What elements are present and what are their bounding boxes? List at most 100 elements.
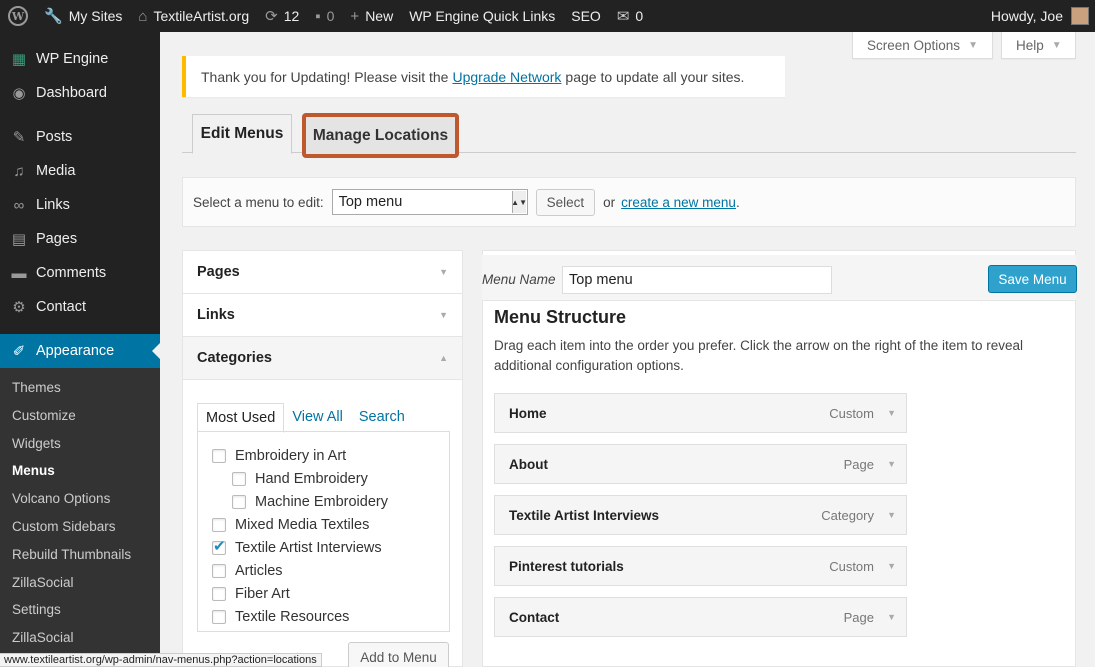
category-checklist: Embroidery in Art Hand Embroidery Machin… bbox=[197, 431, 450, 632]
accordion-links[interactable]: Links ▼ bbox=[183, 294, 462, 337]
submenu-item-customize[interactable]: Customize bbox=[0, 402, 160, 430]
menu-item-type: Page bbox=[843, 456, 874, 472]
submenu-item-rebuild-thumbnails[interactable]: Rebuild Thumbnails bbox=[0, 541, 160, 569]
sidebar-item-dashboard[interactable]: ◉ Dashboard bbox=[0, 76, 160, 110]
tab-edit-menus[interactable]: Edit Menus bbox=[192, 114, 292, 154]
list-item[interactable]: Textile Artist Interviews bbox=[198, 536, 449, 559]
submenu-item-menus[interactable]: Menus bbox=[0, 457, 160, 485]
menu-select[interactable]: Top menu ▲▼ bbox=[331, 189, 528, 215]
sidebar-item-media[interactable]: ♫ Media bbox=[0, 154, 160, 188]
comment-bubble-icon: ▪ bbox=[315, 7, 321, 25]
comments-link[interactable]: ▪ 0 bbox=[307, 0, 342, 32]
sidebar-item-appearance[interactable]: ✐ Appearance bbox=[0, 334, 160, 368]
arrow-down-icon: ▼ bbox=[439, 267, 448, 277]
seo-menu[interactable]: SEO bbox=[563, 0, 609, 32]
list-item[interactable]: Fiber Art bbox=[198, 582, 449, 605]
arrow-down-icon[interactable]: ▼ bbox=[887, 459, 896, 469]
menu-item[interactable]: About Page ▼ bbox=[494, 444, 907, 484]
category-label: Articles bbox=[235, 562, 283, 579]
category-checkbox[interactable] bbox=[232, 494, 246, 509]
arrow-down-icon[interactable]: ▼ bbox=[887, 561, 896, 571]
menu-item-title: About bbox=[509, 456, 548, 472]
my-sites-link[interactable]: 🔧 My Sites bbox=[36, 0, 130, 32]
submenu-item-settings[interactable]: Settings bbox=[0, 596, 160, 624]
appearance-submenu: Themes Customize Widgets Menus Volcano O… bbox=[0, 368, 160, 658]
sidebar-item-wp-engine[interactable]: ▦ WP Engine bbox=[0, 42, 160, 76]
tab-view-all[interactable]: View All bbox=[284, 403, 351, 433]
menu-item-title: Textile Artist Interviews bbox=[509, 507, 660, 523]
sidebar-item-comments[interactable]: ▬ Comments bbox=[0, 256, 160, 290]
category-label: Textile Artist Interviews bbox=[235, 539, 382, 556]
accordion-pages[interactable]: Pages ▼ bbox=[183, 251, 462, 294]
site-name-link[interactable]: ⌂ TextileArtist.org bbox=[130, 0, 257, 32]
sidebar-item-label: Media bbox=[36, 163, 76, 179]
comments-count: 0 bbox=[326, 8, 335, 24]
site-name-label: TextileArtist.org bbox=[153, 8, 250, 24]
messages-link[interactable]: ✉ 0 bbox=[609, 0, 651, 32]
select-button[interactable]: Select bbox=[535, 188, 596, 216]
list-item[interactable]: Mixed Media Textiles bbox=[198, 513, 449, 536]
sidebar-item-label: Appearance bbox=[36, 343, 115, 359]
submenu-item-widgets[interactable]: Widgets bbox=[0, 430, 160, 458]
wp-engine-quick-links[interactable]: WP Engine Quick Links bbox=[401, 0, 563, 32]
submenu-item-themes[interactable]: Themes bbox=[0, 374, 160, 402]
sidebar-item-contact[interactable]: ⚙ Contact bbox=[0, 290, 160, 324]
submenu-item-volcano-options[interactable]: Volcano Options bbox=[0, 485, 160, 513]
category-checkbox[interactable] bbox=[212, 563, 226, 578]
tab-most-used[interactable]: Most Used bbox=[197, 403, 285, 433]
menu-structure-title: Menu Structure bbox=[494, 307, 627, 327]
category-checkbox[interactable] bbox=[212, 448, 226, 463]
sidebar-item-label: Comments bbox=[36, 265, 107, 281]
list-item[interactable]: Machine Embroidery bbox=[198, 490, 449, 513]
menu-item[interactable]: Contact Page ▼ bbox=[494, 597, 907, 637]
menu-item[interactable]: Pinterest tutorials Custom ▼ bbox=[494, 546, 907, 586]
sidebar-item-label: Links bbox=[36, 197, 70, 213]
menu-item[interactable]: Textile Artist Interviews Category ▼ bbox=[494, 495, 907, 535]
quick-links-label: WP Engine Quick Links bbox=[409, 8, 556, 24]
create-new-menu-link[interactable]: create a new menu bbox=[621, 195, 736, 210]
admin-sidebar: ▦ WP Engine ◉ Dashboard ✎ Posts ♫ Media ∞ Lin… bbox=[0, 32, 160, 667]
category-checkbox[interactable] bbox=[212, 609, 226, 624]
category-checkbox[interactable] bbox=[232, 471, 246, 486]
upgrade-network-link[interactable]: Upgrade Network bbox=[452, 69, 561, 85]
sidebar-item-label: WP Engine bbox=[36, 51, 109, 67]
howdy-label: Howdy, Joe bbox=[990, 8, 1063, 24]
new-content-link[interactable]: + New bbox=[342, 0, 401, 32]
refresh-icon: ⟳ bbox=[265, 8, 278, 25]
menu-item[interactable]: Home Custom ▼ bbox=[494, 393, 907, 433]
accordion-categories[interactable]: Categories ▲ bbox=[183, 337, 462, 380]
arrow-down-icon[interactable]: ▼ bbox=[887, 408, 896, 418]
submenu-item-zillasocial[interactable]: ZillaSocial bbox=[0, 569, 160, 597]
save-menu-button[interactable]: Save Menu bbox=[988, 265, 1077, 293]
grid-icon: ▦ bbox=[11, 51, 27, 68]
dashboard-icon: ◉ bbox=[12, 85, 26, 102]
category-checkbox[interactable] bbox=[212, 586, 226, 601]
account-menu[interactable]: Howdy, Joe bbox=[983, 0, 1095, 32]
tab-search[interactable]: Search bbox=[351, 403, 413, 433]
browser-status-url: www.textileartist.org/wp-admin/nav-menus… bbox=[0, 653, 322, 667]
menu-name-input[interactable]: Top menu bbox=[562, 266, 832, 294]
sidebar-item-links[interactable]: ∞ Links bbox=[0, 188, 160, 222]
list-item[interactable]: Embroidery in Art bbox=[198, 444, 449, 467]
submenu-item-zillasocial-2[interactable]: ZillaSocial bbox=[0, 624, 160, 652]
category-checkbox[interactable] bbox=[212, 517, 226, 532]
list-item[interactable]: Textile Resources bbox=[198, 605, 449, 628]
list-item[interactable]: Hand Embroidery bbox=[198, 467, 449, 490]
help-button[interactable]: Help ▼ bbox=[1001, 32, 1076, 59]
seo-label: SEO bbox=[571, 8, 601, 24]
avatar bbox=[1071, 7, 1089, 25]
wordpress-logo-button[interactable]: W bbox=[0, 0, 36, 32]
tab-manage-locations[interactable]: Manage Locations bbox=[302, 113, 459, 158]
updates-link[interactable]: ⟳ 12 bbox=[257, 0, 307, 32]
arrow-down-icon[interactable]: ▼ bbox=[887, 510, 896, 520]
admin-bar: W 🔧 My Sites ⌂ TextileArtist.org ⟳ 12 ▪ 0 + N… bbox=[0, 0, 1095, 32]
sidebar-item-pages[interactable]: ▤ Pages bbox=[0, 222, 160, 256]
add-to-menu-button[interactable]: Add to Menu bbox=[348, 642, 449, 667]
category-label: Hand Embroidery bbox=[255, 470, 368, 487]
list-item[interactable]: Articles bbox=[198, 559, 449, 582]
arrow-down-icon[interactable]: ▼ bbox=[887, 612, 896, 622]
sidebar-item-posts[interactable]: ✎ Posts bbox=[0, 120, 160, 154]
screen-options-button[interactable]: Screen Options ▼ bbox=[852, 32, 993, 59]
submenu-item-custom-sidebars[interactable]: Custom Sidebars bbox=[0, 513, 160, 541]
category-checkbox-checked[interactable] bbox=[212, 537, 226, 555]
